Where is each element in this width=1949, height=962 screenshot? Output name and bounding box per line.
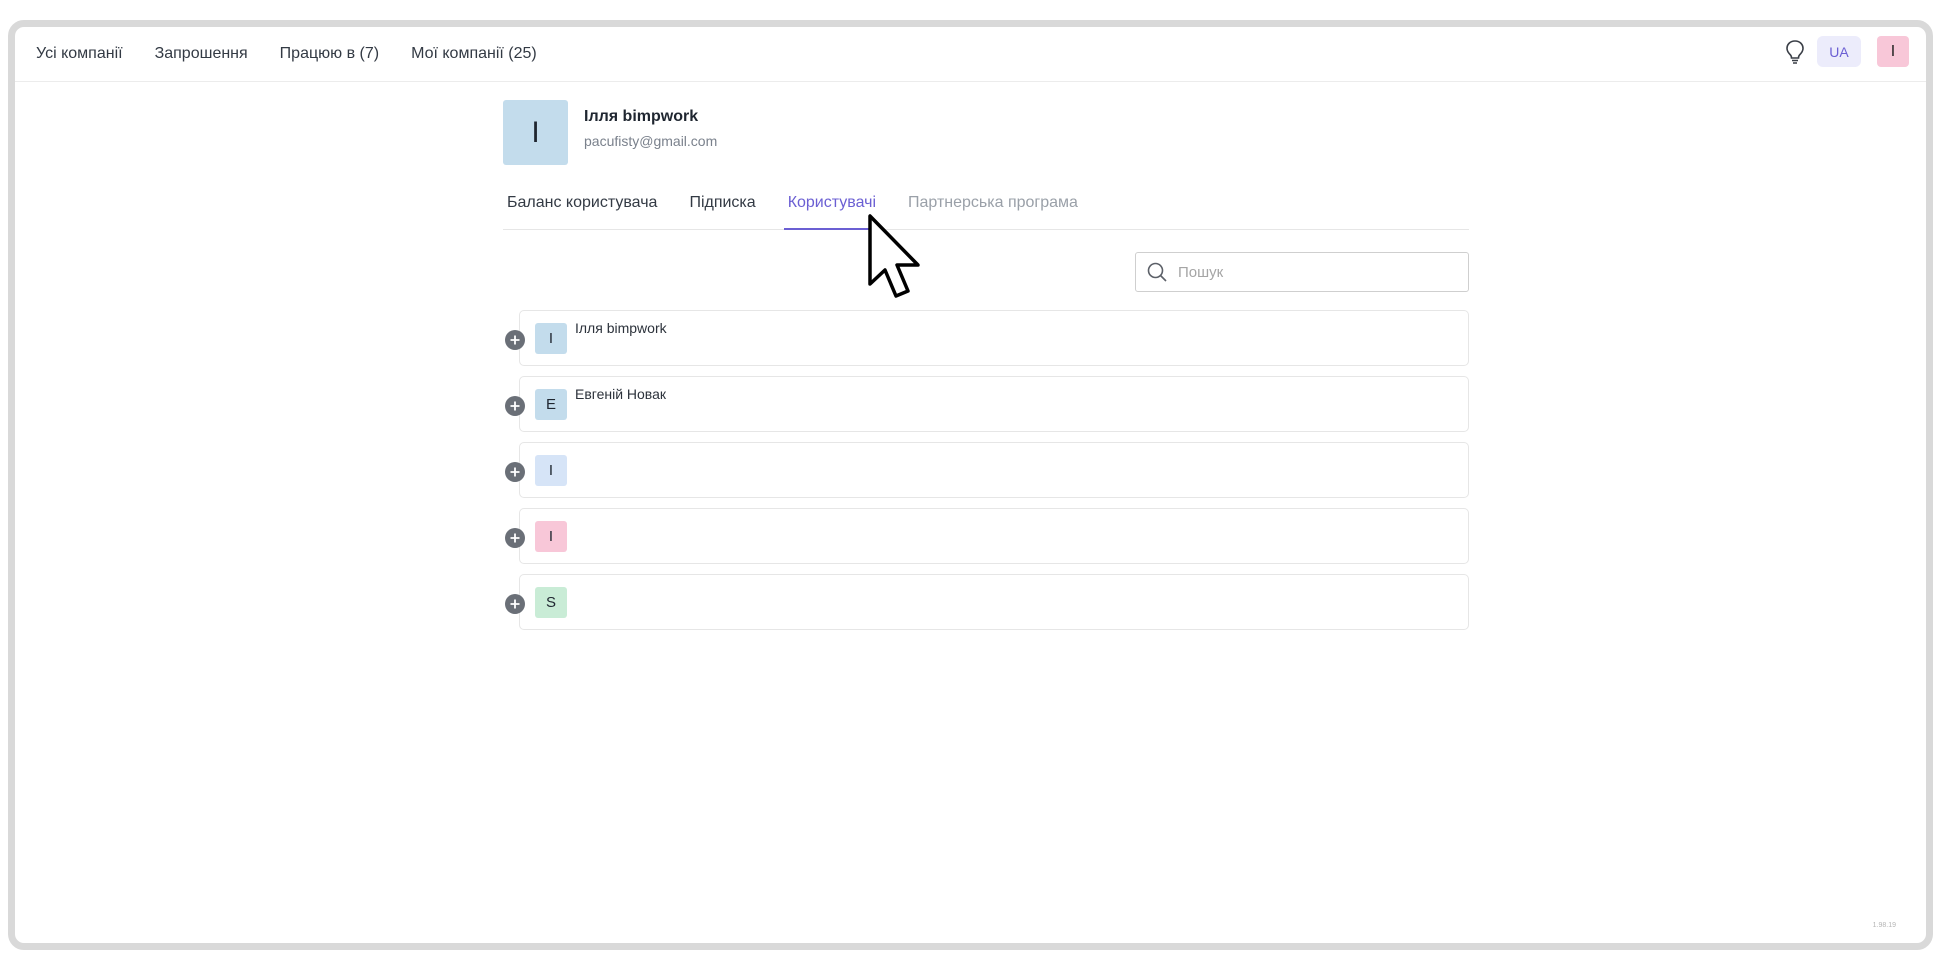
app-window: Усі компанії Запрошення Працюю в (7) Мої…	[8, 20, 1933, 950]
user-card[interactable]	[519, 574, 1469, 630]
nav-all-companies[interactable]: Усі компанії	[36, 45, 123, 63]
search-input[interactable]	[1176, 262, 1450, 282]
expand-plus-icon[interactable]	[505, 330, 525, 350]
user-avatar: S	[535, 587, 567, 618]
expand-plus-icon[interactable]	[505, 396, 525, 416]
profile-tabs: Баланс користувача Підписка Користувачі …	[503, 191, 1469, 230]
main-nav: Усі компанії Запрошення Працюю в (7) Мої…	[15, 45, 569, 63]
lightbulb-icon[interactable]	[1783, 38, 1807, 66]
tab-user-balance[interactable]: Баланс користувача	[503, 191, 661, 229]
top-right-controls: UA I	[1783, 36, 1909, 67]
nav-my-companies[interactable]: Мої компанії (25)	[411, 45, 537, 63]
user-avatar-button[interactable]: I	[1877, 36, 1909, 67]
list-item: I	[505, 508, 1469, 564]
list-item: I Ілля bimpwork	[505, 310, 1469, 366]
expand-plus-icon[interactable]	[505, 594, 525, 614]
user-name: Ілля bimpwork	[575, 320, 667, 336]
user-card[interactable]	[519, 376, 1469, 432]
profile-avatar: I	[503, 100, 568, 165]
user-avatar: E	[535, 389, 567, 420]
user-card[interactable]	[519, 310, 1469, 366]
user-avatar: I	[535, 455, 567, 486]
expand-plus-icon[interactable]	[505, 528, 525, 548]
tab-partner-program[interactable]: Партнерська програма	[904, 191, 1082, 229]
user-card[interactable]	[519, 442, 1469, 498]
tab-subscription[interactable]: Підписка	[685, 191, 759, 229]
language-switch-button[interactable]: UA	[1817, 36, 1861, 67]
tab-users[interactable]: Користувачі	[783, 191, 881, 230]
user-card[interactable]	[519, 508, 1469, 564]
search-icon	[1147, 262, 1167, 282]
list-item: S	[505, 574, 1469, 630]
profile-header: I Ілля bimpwork pacufisty@gmail.com	[503, 100, 717, 165]
top-navigation-bar: Усі компанії Запрошення Працюю в (7) Мої…	[15, 27, 1926, 82]
user-avatar: I	[535, 323, 567, 354]
nav-invitations[interactable]: Запрошення	[155, 45, 248, 63]
profile-email: pacufisty@gmail.com	[584, 133, 718, 149]
users-list: I Ілля bimpwork E Евгеній Новак I I S	[505, 310, 1469, 640]
profile-name: Ілля bimpwork	[584, 108, 699, 125]
list-item: I	[505, 442, 1469, 498]
search-box	[1135, 252, 1469, 292]
app-version: 1.98.19	[1872, 922, 1896, 929]
list-item: E Евгеній Новак	[505, 376, 1469, 432]
user-avatar: I	[535, 521, 567, 552]
nav-working-in[interactable]: Працюю в (7)	[280, 45, 379, 63]
profile-info: Ілля bimpwork pacufisty@gmail.com	[584, 100, 717, 165]
expand-plus-icon[interactable]	[505, 462, 525, 482]
user-name: Евгеній Новак	[575, 386, 666, 402]
